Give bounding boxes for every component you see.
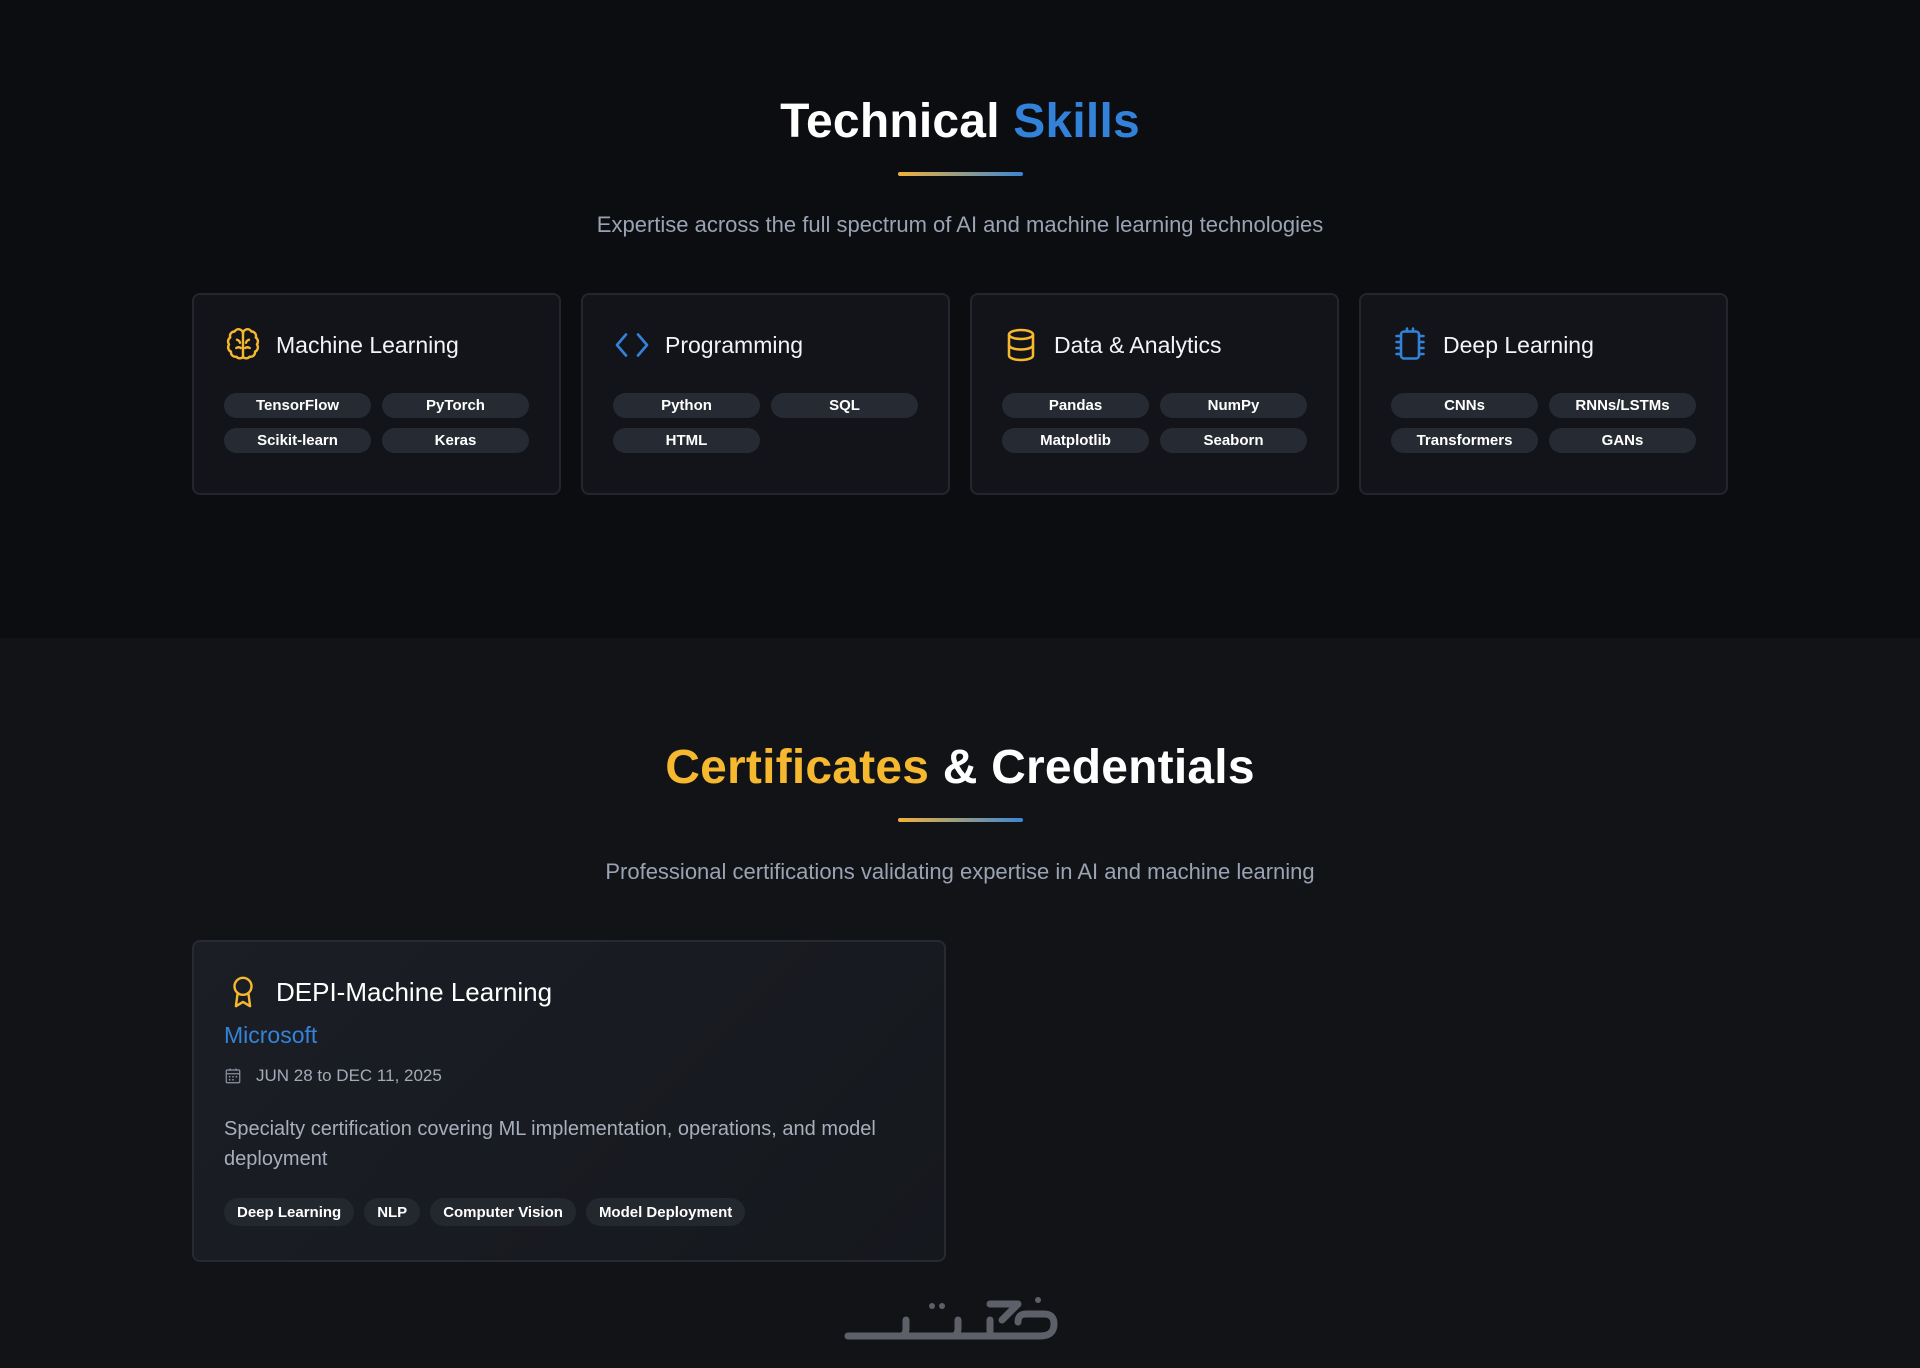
skill-card-header: Machine Learning: [224, 325, 459, 365]
skill-card-programming: Programming Python SQL HTML: [581, 293, 950, 495]
skill-tag: Seaborn: [1160, 428, 1307, 453]
database-icon: [1002, 326, 1040, 364]
skill-card-header: Programming: [613, 325, 803, 365]
skills-title-underline: [898, 172, 1023, 176]
technical-skills-section: Technical Skills Expertise across the fu…: [0, 0, 1920, 638]
certificate-tag: NLP: [364, 1198, 421, 1226]
skill-tag: NumPy: [1160, 393, 1307, 418]
skill-card-title: Programming: [665, 331, 804, 358]
certificate-title: DEPI-Machine Learning: [276, 976, 553, 1007]
certificates-section-title: Certificates & Credentials: [0, 740, 1920, 795]
certificate-description: Specialty certification covering ML impl…: [224, 1118, 876, 1170]
skills-section-title: Technical Skills: [0, 94, 1920, 149]
certificate-tag: Deep Learning: [224, 1198, 355, 1226]
skill-card-title: Data & Analytics: [1054, 331, 1222, 358]
skill-card-machine-learning: Machine Learning TensorFlow PyTorch Scik…: [192, 293, 561, 495]
certificate-date-row: JUN 28 to DEC 11, 2025: [224, 1066, 442, 1086]
skill-tags: Python SQL HTML: [613, 393, 919, 453]
brain-icon: [224, 326, 262, 364]
skill-tag: Keras: [382, 428, 529, 453]
skill-card-header: Deep Learning: [1391, 325, 1594, 365]
skill-tag: PyTorch: [382, 393, 529, 418]
certificate-tag: Model Deployment: [585, 1198, 746, 1226]
skill-tag: Matplotlib: [1002, 428, 1149, 453]
award-icon: [224, 973, 262, 1011]
skill-tag: Transformers: [1391, 428, 1538, 453]
skill-tags: TensorFlow PyTorch Scikit-learn Keras: [224, 393, 530, 453]
skill-tag: CNNs: [1391, 393, 1538, 418]
certificates-title-underline: [898, 818, 1023, 822]
skill-tag: RNNs/LSTMs: [1549, 393, 1696, 418]
certificate-header: DEPI-Machine Learning: [224, 972, 552, 1012]
certificates-title-main: & Credentials: [942, 741, 1255, 794]
skill-tag: TensorFlow: [224, 393, 371, 418]
skill-card-header: Data & Analytics: [1002, 325, 1221, 365]
certificate-tags: Deep Learning NLP Computer Vision Model …: [224, 1198, 746, 1226]
skill-tags: Pandas NumPy Matplotlib Seaborn: [1002, 393, 1308, 453]
skill-tag: GANs: [1549, 428, 1696, 453]
skills-subtitle: Expertise across the full spectrum of AI…: [596, 212, 1324, 237]
certificate-date: JUN 28 to DEC 11, 2025: [256, 1066, 442, 1085]
skill-tag: Scikit-learn: [224, 428, 371, 453]
calendar-icon: [224, 1067, 242, 1085]
chip-icon: [1391, 326, 1429, 364]
skill-card-data-analytics: Data & Analytics Pandas NumPy Matplotlib…: [970, 293, 1339, 495]
skill-tags: CNNs RNNs/LSTMs Transformers GANs: [1391, 393, 1697, 453]
skill-tag: HTML: [613, 428, 760, 453]
certificate-issuer: Microsoft: [224, 1022, 318, 1048]
skill-card-deep-learning: Deep Learning CNNs RNNs/LSTMs Transforme…: [1359, 293, 1728, 495]
skill-tag: Python: [613, 393, 760, 418]
certificates-subtitle: Professional certifications validating e…: [605, 859, 1315, 884]
khamsat-watermark-logo: [840, 1290, 1080, 1346]
skill-card-title: Deep Learning: [1443, 331, 1594, 358]
skills-title-accent: Skills: [1013, 95, 1140, 148]
skill-tag: Pandas: [1002, 393, 1149, 418]
code-icon: [613, 326, 651, 364]
skill-card-title: Machine Learning: [276, 331, 459, 358]
skill-tag: SQL: [771, 393, 918, 418]
certificates-title-accent: Certificates: [665, 741, 930, 794]
certificate-card[interactable]: DEPI-Machine Learning Microsoft JUN 28 t…: [192, 940, 946, 1262]
certificate-tag: Computer Vision: [430, 1198, 576, 1226]
skills-title-main: Technical: [780, 95, 1000, 148]
